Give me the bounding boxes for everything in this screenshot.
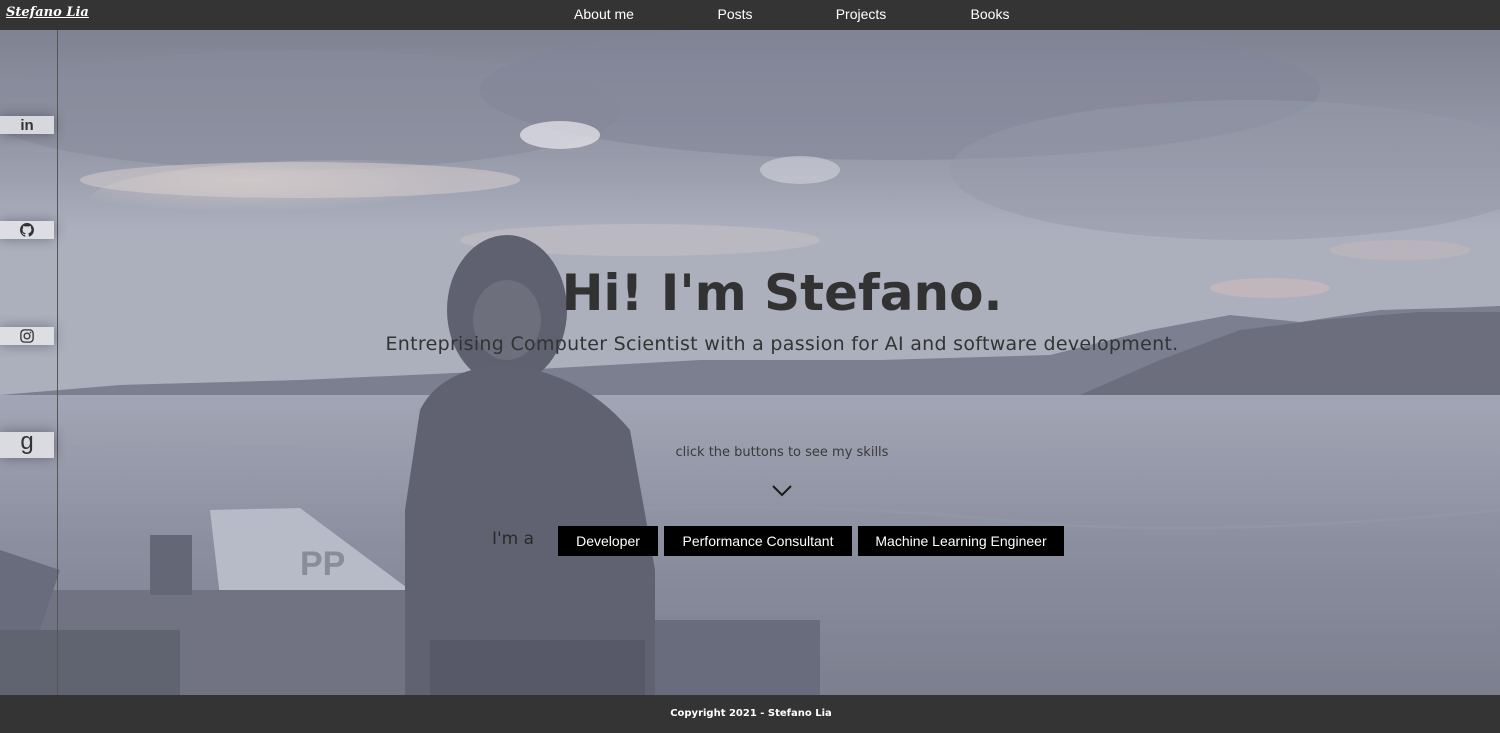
- top-navbar: Stefano Lia About me Posts Projects Book…: [0, 0, 1500, 30]
- machine-learning-engineer-button[interactable]: Machine Learning Engineer: [858, 526, 1064, 556]
- linkedin-link[interactable]: in: [0, 116, 54, 134]
- nav-link-about[interactable]: About me: [574, 6, 634, 22]
- nav-link-projects[interactable]: Projects: [836, 6, 887, 22]
- social-sidebar: in g: [0, 30, 58, 695]
- hero-headline: Hi! I'm Stefano.: [561, 264, 1003, 322]
- footer: Copyright 2021 - Stefano Lia: [0, 695, 1500, 733]
- developer-button[interactable]: Developer: [558, 526, 658, 556]
- brand-logo-link[interactable]: Stefano Lia: [6, 5, 89, 20]
- github-link[interactable]: [0, 221, 54, 239]
- performance-consultant-button[interactable]: Performance Consultant: [664, 526, 852, 556]
- copyright-text: Copyright 2021 - Stefano Lia: [670, 708, 832, 719]
- github-icon: [20, 223, 34, 237]
- hero-section: PP in g Hi! I'm Stefano. Entreprising Co…: [0, 30, 1500, 695]
- im-a-label: I'm a: [492, 529, 535, 549]
- nav-link-posts[interactable]: Posts: [717, 6, 752, 22]
- skills-hint: click the buttons to see my skills: [675, 445, 889, 460]
- hero-overlay: [0, 30, 1500, 695]
- nav-link-books[interactable]: Books: [971, 6, 1010, 22]
- hero-subtitle: Entreprising Computer Scientist with a p…: [385, 333, 1179, 355]
- chevron-down-icon[interactable]: [771, 484, 793, 498]
- linkedin-icon: in: [20, 116, 34, 134]
